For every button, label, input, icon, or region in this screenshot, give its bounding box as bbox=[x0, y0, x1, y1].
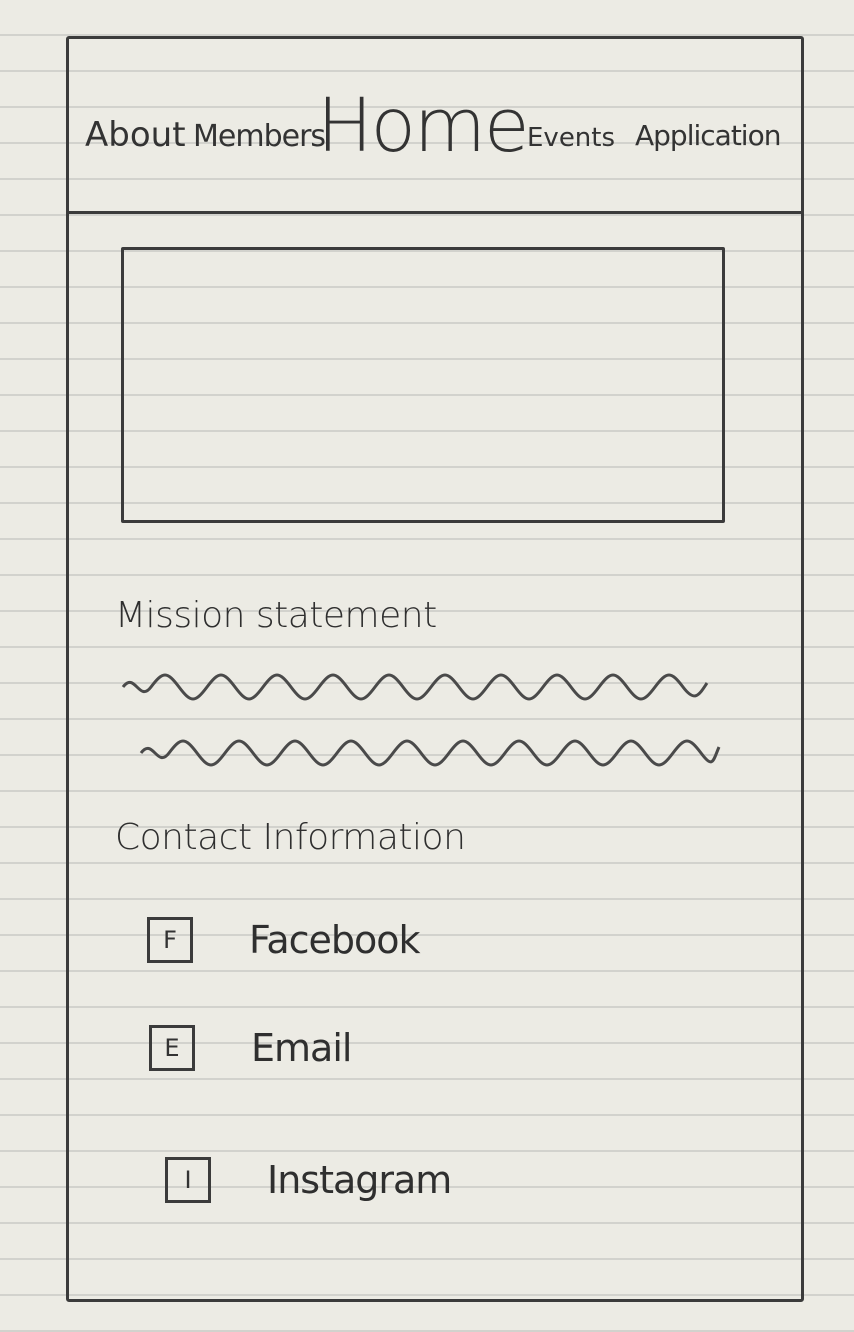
nav-members[interactable]: Members bbox=[193, 119, 326, 154]
contact-email-link[interactable]: E Email bbox=[149, 1025, 352, 1071]
nav-header: About Members Home Events Application bbox=[69, 39, 801, 214]
nav-about[interactable]: About bbox=[85, 115, 186, 155]
facebook-icon: F bbox=[147, 917, 193, 963]
hero-image-placeholder bbox=[121, 247, 725, 523]
page-frame: About Members Home Events Application Mi… bbox=[66, 36, 804, 1302]
nav-home[interactable]: Home bbox=[317, 83, 530, 169]
instagram-icon: I bbox=[165, 1157, 211, 1203]
mission-text-placeholder-line bbox=[121, 673, 709, 701]
mission-text-placeholder-line bbox=[139, 739, 721, 767]
contact-label: Email bbox=[251, 1026, 352, 1070]
nav-events[interactable]: Events bbox=[527, 123, 615, 153]
contact-facebook-link[interactable]: F Facebook bbox=[147, 917, 421, 963]
contact-label: Facebook bbox=[249, 918, 421, 962]
contact-instagram-link[interactable]: I Instagram bbox=[165, 1157, 452, 1203]
email-icon: E bbox=[149, 1025, 195, 1071]
contact-label: Instagram bbox=[267, 1158, 452, 1202]
contact-heading: Contact Information bbox=[115, 817, 466, 858]
nav-application[interactable]: Application bbox=[635, 119, 780, 152]
mission-heading: Mission statement bbox=[115, 595, 437, 636]
